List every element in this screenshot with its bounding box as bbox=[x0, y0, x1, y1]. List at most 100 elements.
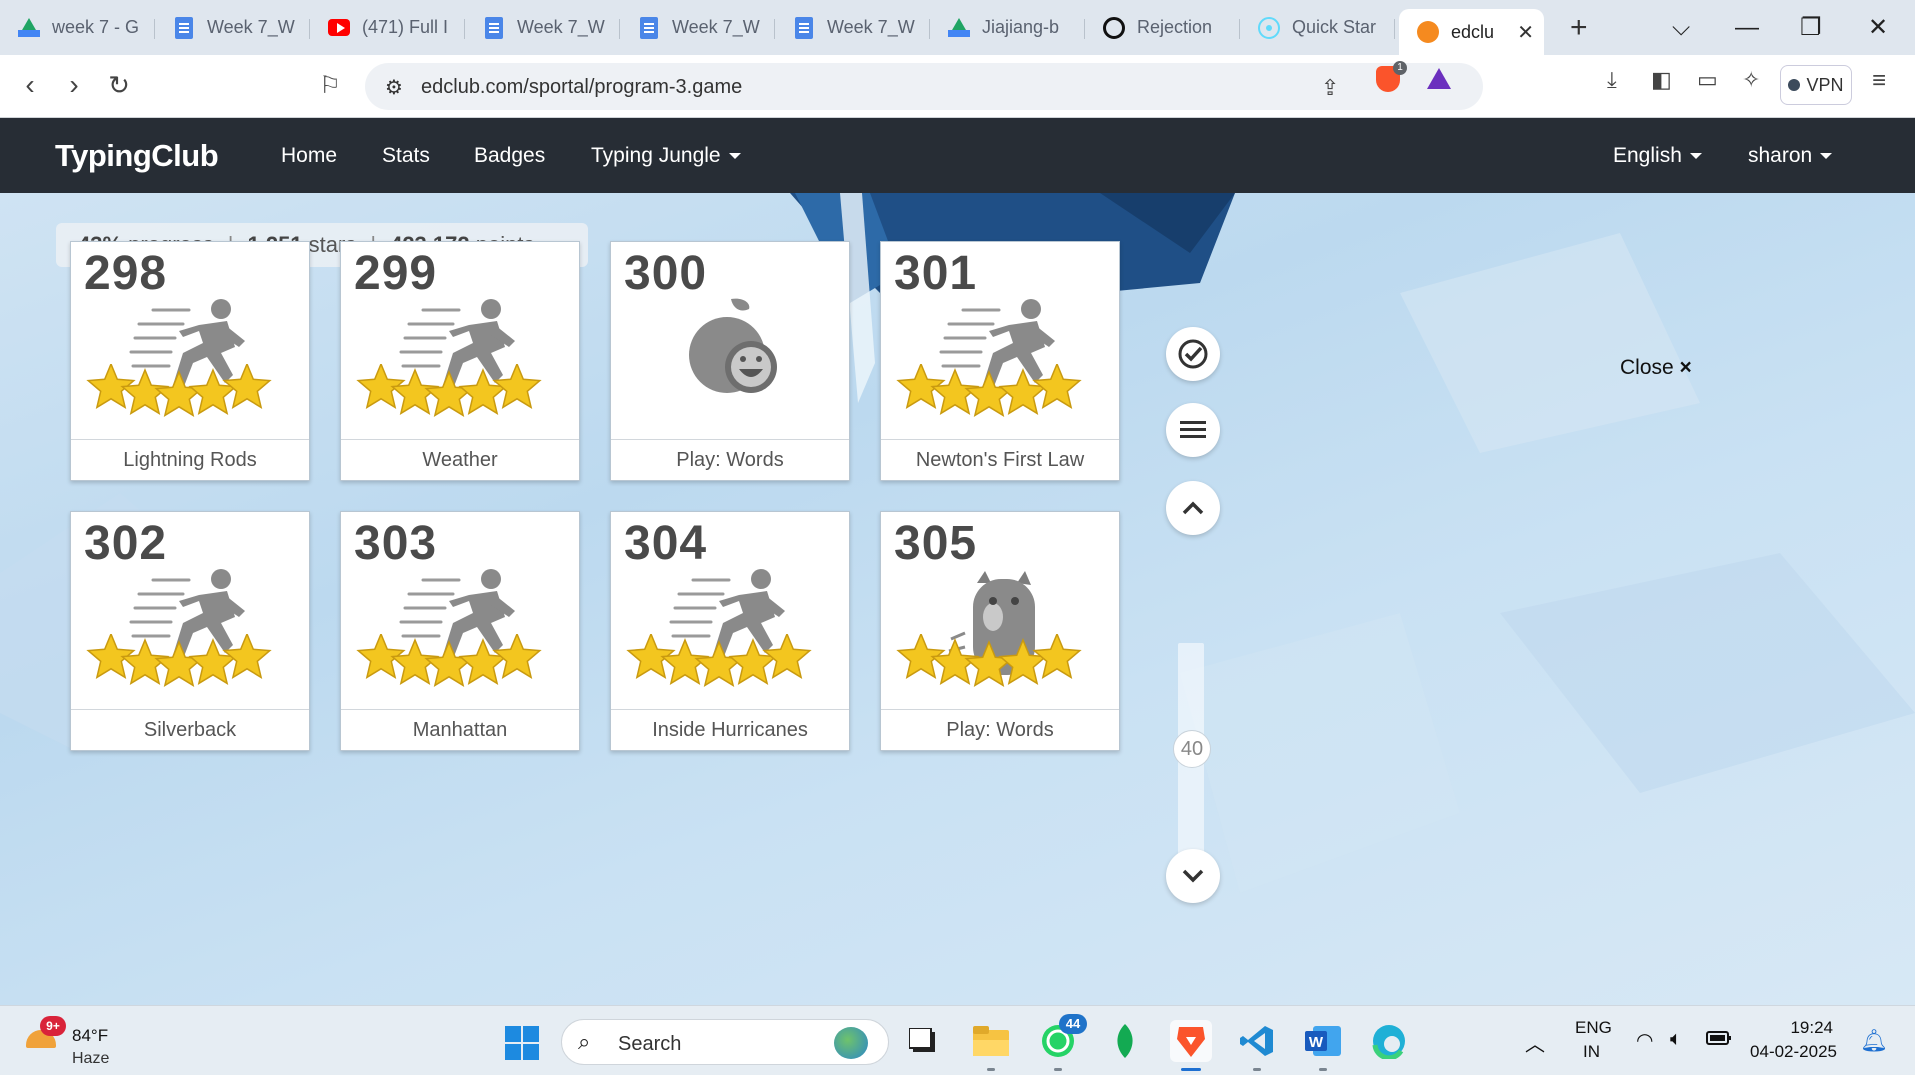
lesson-title: Manhattan bbox=[341, 709, 579, 750]
reload-button[interactable]: ↻ bbox=[103, 69, 135, 101]
weather-widget[interactable]: 9+ 84°F Haze bbox=[22, 1016, 132, 1067]
language-code: ENG bbox=[1575, 1018, 1612, 1037]
star-icon bbox=[424, 370, 474, 417]
restore-button[interactable]: ❐ bbox=[1800, 0, 1822, 55]
battery-icon[interactable] bbox=[1706, 1030, 1732, 1051]
close-window-button[interactable]: ✕ bbox=[1868, 0, 1888, 55]
star-rating bbox=[893, 632, 1113, 690]
site-settings-icon[interactable]: ⚙ bbox=[385, 75, 403, 100]
lesson-card[interactable]: 302 Silverback bbox=[70, 511, 310, 751]
tab-label: Quick Star bbox=[1292, 17, 1377, 37]
sidebar-icon[interactable]: ◧ bbox=[1651, 67, 1672, 93]
clock[interactable]: 19:24 04-02-2025 bbox=[1750, 1018, 1837, 1062]
taskbar-search[interactable]: ⌕ Search bbox=[561, 1019, 889, 1065]
new-tab-button[interactable]: + bbox=[1570, 11, 1588, 45]
vpn-status-icon bbox=[1788, 79, 1801, 91]
task-view-icon[interactable] bbox=[903, 1020, 945, 1062]
star-rating bbox=[353, 632, 573, 690]
star-rating bbox=[353, 362, 573, 420]
share-icon[interactable]: ⇪ bbox=[1321, 75, 1339, 101]
mongodb-icon[interactable] bbox=[1104, 1020, 1146, 1062]
user-menu[interactable]: sharon bbox=[1748, 144, 1833, 168]
brave-rewards-icon[interactable] bbox=[1427, 68, 1451, 89]
hamburger-icon bbox=[1180, 421, 1206, 438]
nav-stats[interactable]: Stats bbox=[382, 144, 430, 168]
star-icon bbox=[188, 368, 238, 415]
close-button[interactable]: Close × bbox=[1620, 356, 1692, 380]
wifi-icon[interactable]: ◠ bbox=[1636, 1028, 1653, 1053]
lesson-card[interactable]: 303 Manhattan bbox=[340, 511, 580, 751]
google-docs-icon bbox=[793, 16, 815, 39]
menu-icon[interactable]: ≡ bbox=[1872, 67, 1886, 95]
show-hidden-icons-chevron-icon[interactable]: ︿ bbox=[1525, 1028, 1545, 1057]
download-icon[interactable]: ⤓ bbox=[1607, 67, 1617, 93]
typingclub-logo[interactable]: TypingClub bbox=[55, 138, 219, 174]
browser-tab[interactable]: week 7 - G bbox=[0, 9, 155, 47]
star-icon bbox=[762, 632, 812, 679]
word-icon[interactable]: W bbox=[1302, 1020, 1344, 1071]
menu-button[interactable] bbox=[1166, 403, 1220, 457]
check-progress-button[interactable] bbox=[1166, 327, 1220, 381]
star-icon bbox=[964, 370, 1014, 417]
vpn-label: VPN bbox=[1806, 74, 1844, 95]
openai-icon bbox=[1103, 16, 1125, 39]
language-indicator[interactable]: ENG IN bbox=[1575, 1018, 1612, 1062]
tab-search-chevron-icon[interactable]: ⌵ bbox=[1672, 0, 1690, 55]
scroll-up-button[interactable] bbox=[1166, 481, 1220, 535]
edge-icon[interactable] bbox=[1368, 1020, 1410, 1062]
browser-tab[interactable]: Rejection bbox=[1085, 9, 1240, 47]
lesson-card[interactable]: 298 Lightning Rods bbox=[70, 241, 310, 481]
lesson-card[interactable]: 301 Newton's First Law bbox=[880, 241, 1120, 481]
lesson-number: 300 bbox=[624, 247, 708, 300]
nav-badges[interactable]: Badges bbox=[474, 144, 545, 168]
star-icon bbox=[998, 638, 1048, 685]
browser-tab[interactable]: Week 7_W bbox=[775, 9, 930, 47]
nav-typing-jungle[interactable]: Typing Jungle bbox=[591, 144, 741, 168]
lesson-card[interactable]: 300 Play: Words bbox=[610, 241, 850, 481]
google-docs-icon bbox=[483, 16, 505, 39]
vscode-icon[interactable] bbox=[1236, 1020, 1278, 1071]
lesson-map: 43% progress | 1,251 stars | 423,172 poi… bbox=[0, 193, 1915, 1005]
time: 19:24 bbox=[1790, 1018, 1833, 1037]
address-bar[interactable]: ⚙ edclub.com/sportal/program-3.game ⇪ bbox=[365, 63, 1483, 110]
nav-home[interactable]: Home bbox=[281, 144, 337, 168]
forward-button[interactable]: › bbox=[58, 69, 90, 101]
temperature: 84°F bbox=[72, 1026, 109, 1045]
browser-tab[interactable]: Quick Star bbox=[1240, 9, 1395, 47]
google-docs-icon bbox=[173, 16, 195, 39]
brave-browser-icon[interactable] bbox=[1170, 1020, 1212, 1071]
scroll-down-button[interactable] bbox=[1166, 849, 1220, 903]
tab-label: Rejection bbox=[1137, 17, 1213, 37]
browser-tab[interactable]: Week 7_W bbox=[620, 9, 775, 47]
star-icon bbox=[424, 640, 474, 687]
language-dropdown[interactable]: English bbox=[1613, 144, 1702, 168]
start-button[interactable] bbox=[505, 1026, 539, 1060]
close-tab-icon[interactable]: ✕ bbox=[1517, 20, 1534, 45]
star-icon bbox=[728, 638, 778, 685]
notification-bell-icon[interactable]: 🔔︎ bbox=[1860, 1028, 1888, 1054]
tab-edclub[interactable]: edclu ✕ bbox=[1399, 9, 1544, 55]
file-explorer-icon[interactable] bbox=[970, 1020, 1012, 1071]
wallet-icon[interactable]: ▭ bbox=[1697, 67, 1718, 93]
browser-tab[interactable]: (471) Full I bbox=[310, 9, 465, 47]
browser-tab[interactable]: Week 7_W bbox=[155, 9, 310, 47]
star-icon bbox=[458, 368, 508, 415]
star-rating bbox=[893, 362, 1113, 420]
zoom-slider-knob[interactable]: 40 bbox=[1173, 730, 1211, 768]
volume-icon[interactable]: 🔈︎ bbox=[1670, 1028, 1682, 1051]
lesson-card[interactable]: 299 Weather bbox=[340, 241, 580, 481]
browser-tab[interactable]: Week 7_W bbox=[465, 9, 620, 47]
minimize-button[interactable]: — bbox=[1735, 0, 1759, 55]
back-button[interactable]: ‹ bbox=[14, 69, 46, 101]
lesson-number: 299 bbox=[354, 247, 438, 300]
google-docs-icon bbox=[638, 16, 660, 39]
vpn-button[interactable]: VPN bbox=[1780, 65, 1852, 105]
leo-ai-icon[interactable]: ✧ bbox=[1742, 67, 1760, 93]
lesson-card[interactable]: 304 Inside Hurricanes bbox=[610, 511, 850, 751]
whatsapp-icon[interactable]: 44 bbox=[1037, 1014, 1087, 1071]
lesson-title: Play: Words bbox=[611, 439, 849, 480]
star-icon bbox=[222, 362, 272, 409]
browser-tab[interactable]: Jiajiang-b bbox=[930, 9, 1085, 47]
lesson-card[interactable]: 305 Play: Words bbox=[880, 511, 1120, 751]
bookmark-icon[interactable]: ⚐ bbox=[314, 69, 346, 101]
